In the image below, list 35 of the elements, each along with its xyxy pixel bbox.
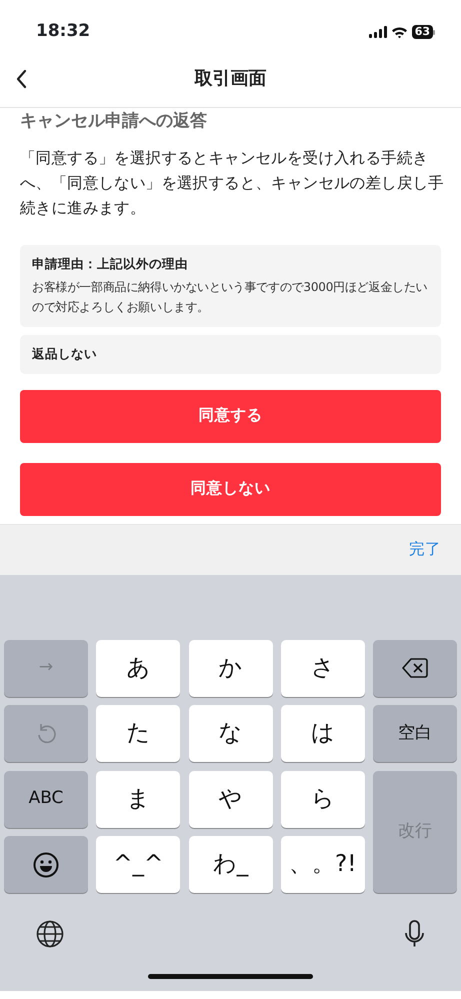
delete-icon <box>402 658 428 678</box>
key[interactable]: ま <box>96 770 180 828</box>
globe-icon[interactable] <box>36 920 64 948</box>
done-button[interactable]: 完了 <box>409 538 441 562</box>
emoji-icon <box>33 852 59 878</box>
key[interactable]: 、。?! <box>280 836 365 893</box>
function-key[interactable]: ABC <box>4 770 88 828</box>
section-title: キャンセル申請への返答 <box>19 110 208 133</box>
key[interactable]: ^_^ <box>96 836 180 893</box>
key[interactable]: や <box>188 770 272 828</box>
emoji-key[interactable] <box>4 836 88 893</box>
back-icon <box>16 68 28 89</box>
description-text: 「同意する」を選択するとキャンセルを受け入れる手続きへ、「同意しない」を選択すると、キャンセルの差し戻し手続きに進みます。 <box>19 148 445 219</box>
reason-text: お客様が一部商品に納得いかないという事ですので3000円ほど返金したいので対応よろしくお願いします。 <box>32 278 429 316</box>
key[interactable]: わ_ <box>188 836 272 893</box>
undo-icon <box>35 722 57 744</box>
status-time: 18:32 <box>36 20 90 44</box>
key[interactable]: あ <box>96 640 180 696</box>
action-button[interactable]: 同意しない <box>20 462 441 516</box>
key[interactable]: た <box>96 705 180 762</box>
key[interactable]: か <box>188 640 272 696</box>
reason-label: 申請理由：上記以外の理由 <box>32 255 189 273</box>
microphone-icon[interactable] <box>404 920 425 948</box>
return-option: 返品しない <box>20 334 441 374</box>
key[interactable]: さ <box>280 640 365 696</box>
key[interactable]: な <box>188 705 272 762</box>
delete-key[interactable] <box>373 640 457 696</box>
key[interactable]: ら <box>280 770 365 828</box>
battery-level: 63 <box>412 25 433 39</box>
wifi-icon <box>390 26 408 38</box>
action-button[interactable]: 同意する <box>20 390 441 442</box>
key[interactable]: は <box>280 705 365 762</box>
signal-icon <box>368 26 387 38</box>
nav-title: 取引画面 <box>194 67 266 91</box>
function-key[interactable]: 空白 <box>373 705 457 762</box>
